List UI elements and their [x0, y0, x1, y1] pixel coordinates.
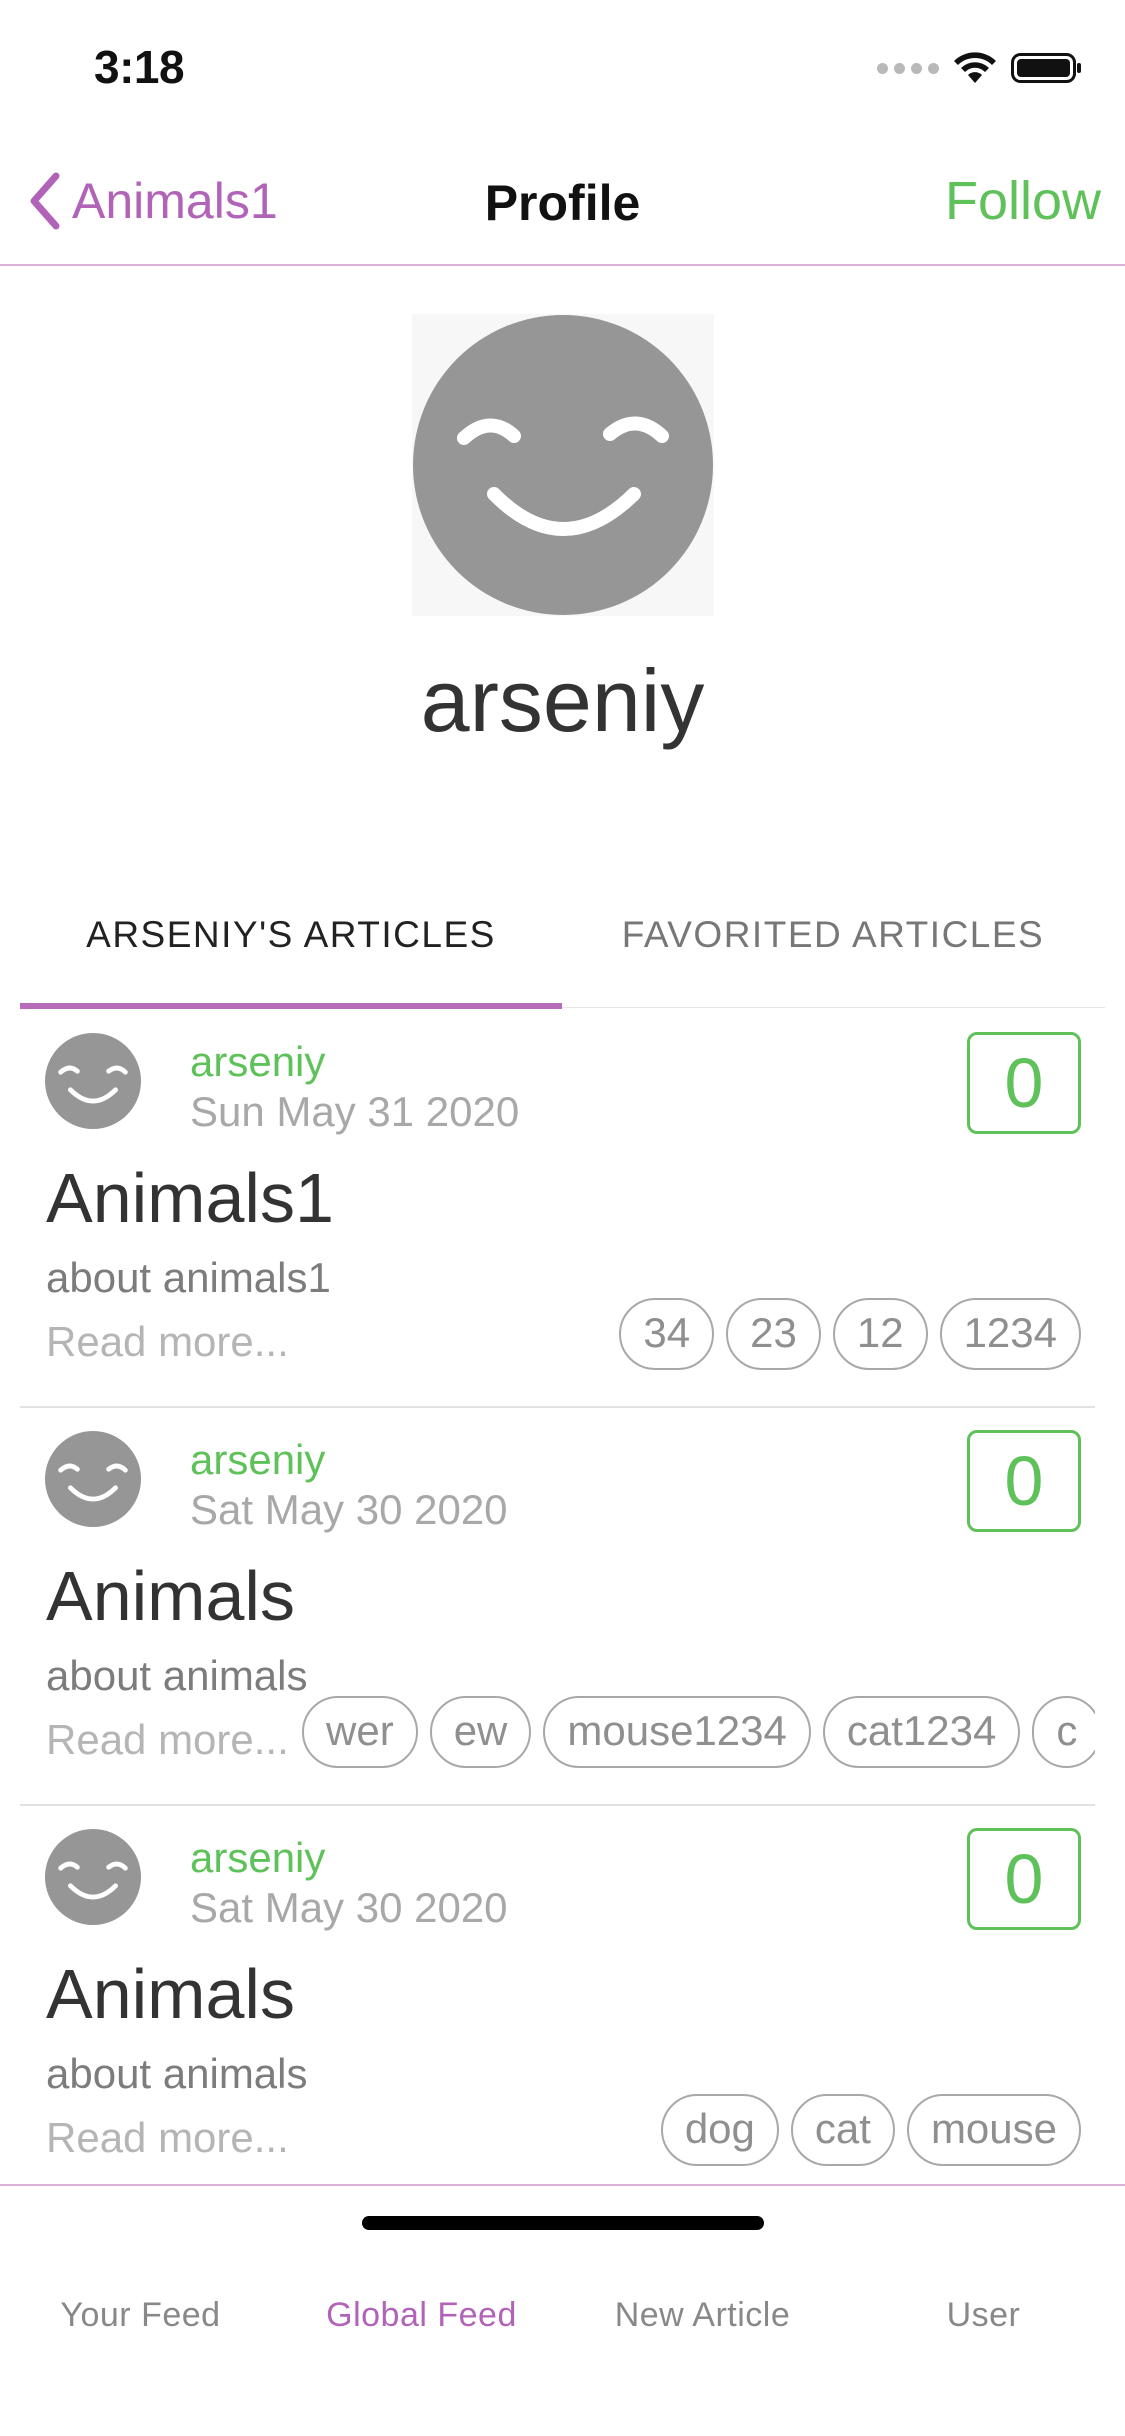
article-title[interactable]: Animals [46, 1954, 295, 2034]
article-date: Sun May 31 2020 [190, 1088, 520, 1135]
tag-pill[interactable]: mouse1234 [543, 1696, 811, 1768]
tabbar-user[interactable]: User [843, 2296, 1124, 2335]
tab-my-articles[interactable]: ARSENIY'S ARTICLES [20, 880, 562, 1008]
status-time: 3:18 [94, 41, 185, 93]
article-title[interactable]: Animals1 [46, 1158, 334, 1238]
article-title[interactable]: Animals [46, 1556, 295, 1636]
article-description: about animals [46, 1652, 308, 1699]
read-more-link[interactable]: Read more... [46, 2114, 289, 2162]
article-author[interactable]: arseniy [190, 1038, 325, 1086]
profile-avatar [412, 314, 714, 616]
profile-username: arseniy [420, 651, 705, 750]
tag-pill[interactable]: mouse [906, 2094, 1081, 2166]
tag-list: dog cat mouse [660, 2094, 1081, 2168]
home-indicator[interactable] [362, 2216, 764, 2230]
favorite-button[interactable]: 0 [967, 1430, 1081, 1532]
tag-pill[interactable]: 12 [832, 1298, 928, 1370]
tabbar-global-feed[interactable]: Global Feed [281, 2296, 562, 2335]
profile-tabs: ARSENIY'S ARTICLES FAVORITED ARTICLES [20, 880, 1105, 1009]
read-more-link[interactable]: Read more... [46, 1716, 289, 1764]
tag-list: wer ew mouse1234 cat1234 c [302, 1696, 1095, 1770]
active-tab-indicator [20, 1003, 562, 1009]
tag-pill[interactable]: wer [302, 1696, 418, 1768]
read-more-link[interactable]: Read more... [46, 1318, 289, 1366]
author-avatar[interactable] [44, 1032, 142, 1130]
article-description: about animals [46, 2050, 308, 2097]
battery-icon [1011, 53, 1081, 83]
tag-pill[interactable]: 23 [726, 1298, 821, 1370]
tag-pill[interactable]: c [1032, 1696, 1095, 1768]
author-avatar[interactable] [44, 1430, 142, 1528]
tag-pill[interactable]: 34 [619, 1298, 715, 1370]
tag-list: 34 23 12 1234 [619, 1298, 1081, 1372]
follow-button[interactable]: Follow [945, 170, 1101, 232]
article-card[interactable]: arseniy Sat May 30 2020 0 Animals about … [20, 1408, 1095, 1806]
wifi-icon [954, 52, 996, 83]
article-card[interactable]: arseniy Sun May 31 2020 0 Animals1 about… [20, 1010, 1095, 1408]
tag-pill[interactable]: cat [790, 2094, 895, 2166]
author-avatar[interactable] [44, 1828, 142, 1926]
article-date: Sat May 30 2020 [190, 1486, 508, 1533]
cellular-signal-icon [877, 62, 939, 74]
article-author[interactable]: arseniy [190, 1834, 325, 1882]
favorite-button[interactable]: 0 [967, 1032, 1081, 1134]
tag-pill[interactable]: ew [429, 1696, 532, 1768]
article-date: Sat May 30 2020 [190, 1884, 508, 1931]
article-author[interactable]: arseniy [190, 1436, 325, 1484]
profile-screen: 3:18 Animals1 Profile Follow arseniy ARS… [0, 0, 1125, 2436]
tabbar-new-article[interactable]: New Article [562, 2296, 843, 2335]
tag-pill[interactable]: cat1234 [822, 1696, 1021, 1768]
tab-favorited-articles[interactable]: FAVORITED ARTICLES [562, 880, 1104, 1008]
article-description: about animals1 [46, 1254, 331, 1301]
tag-pill[interactable]: dog [660, 2094, 779, 2166]
tabbar-your-feed[interactable]: Your Feed [0, 2296, 281, 2335]
tag-pill[interactable]: 1234 [939, 1298, 1081, 1370]
article-card[interactable]: arseniy Sat May 30 2020 0 Animals about … [20, 1806, 1095, 2204]
navigation-bar: Animals1 Profile Follow [0, 130, 1125, 266]
status-indicators [877, 50, 1083, 86]
favorite-button[interactable]: 0 [967, 1828, 1081, 1930]
